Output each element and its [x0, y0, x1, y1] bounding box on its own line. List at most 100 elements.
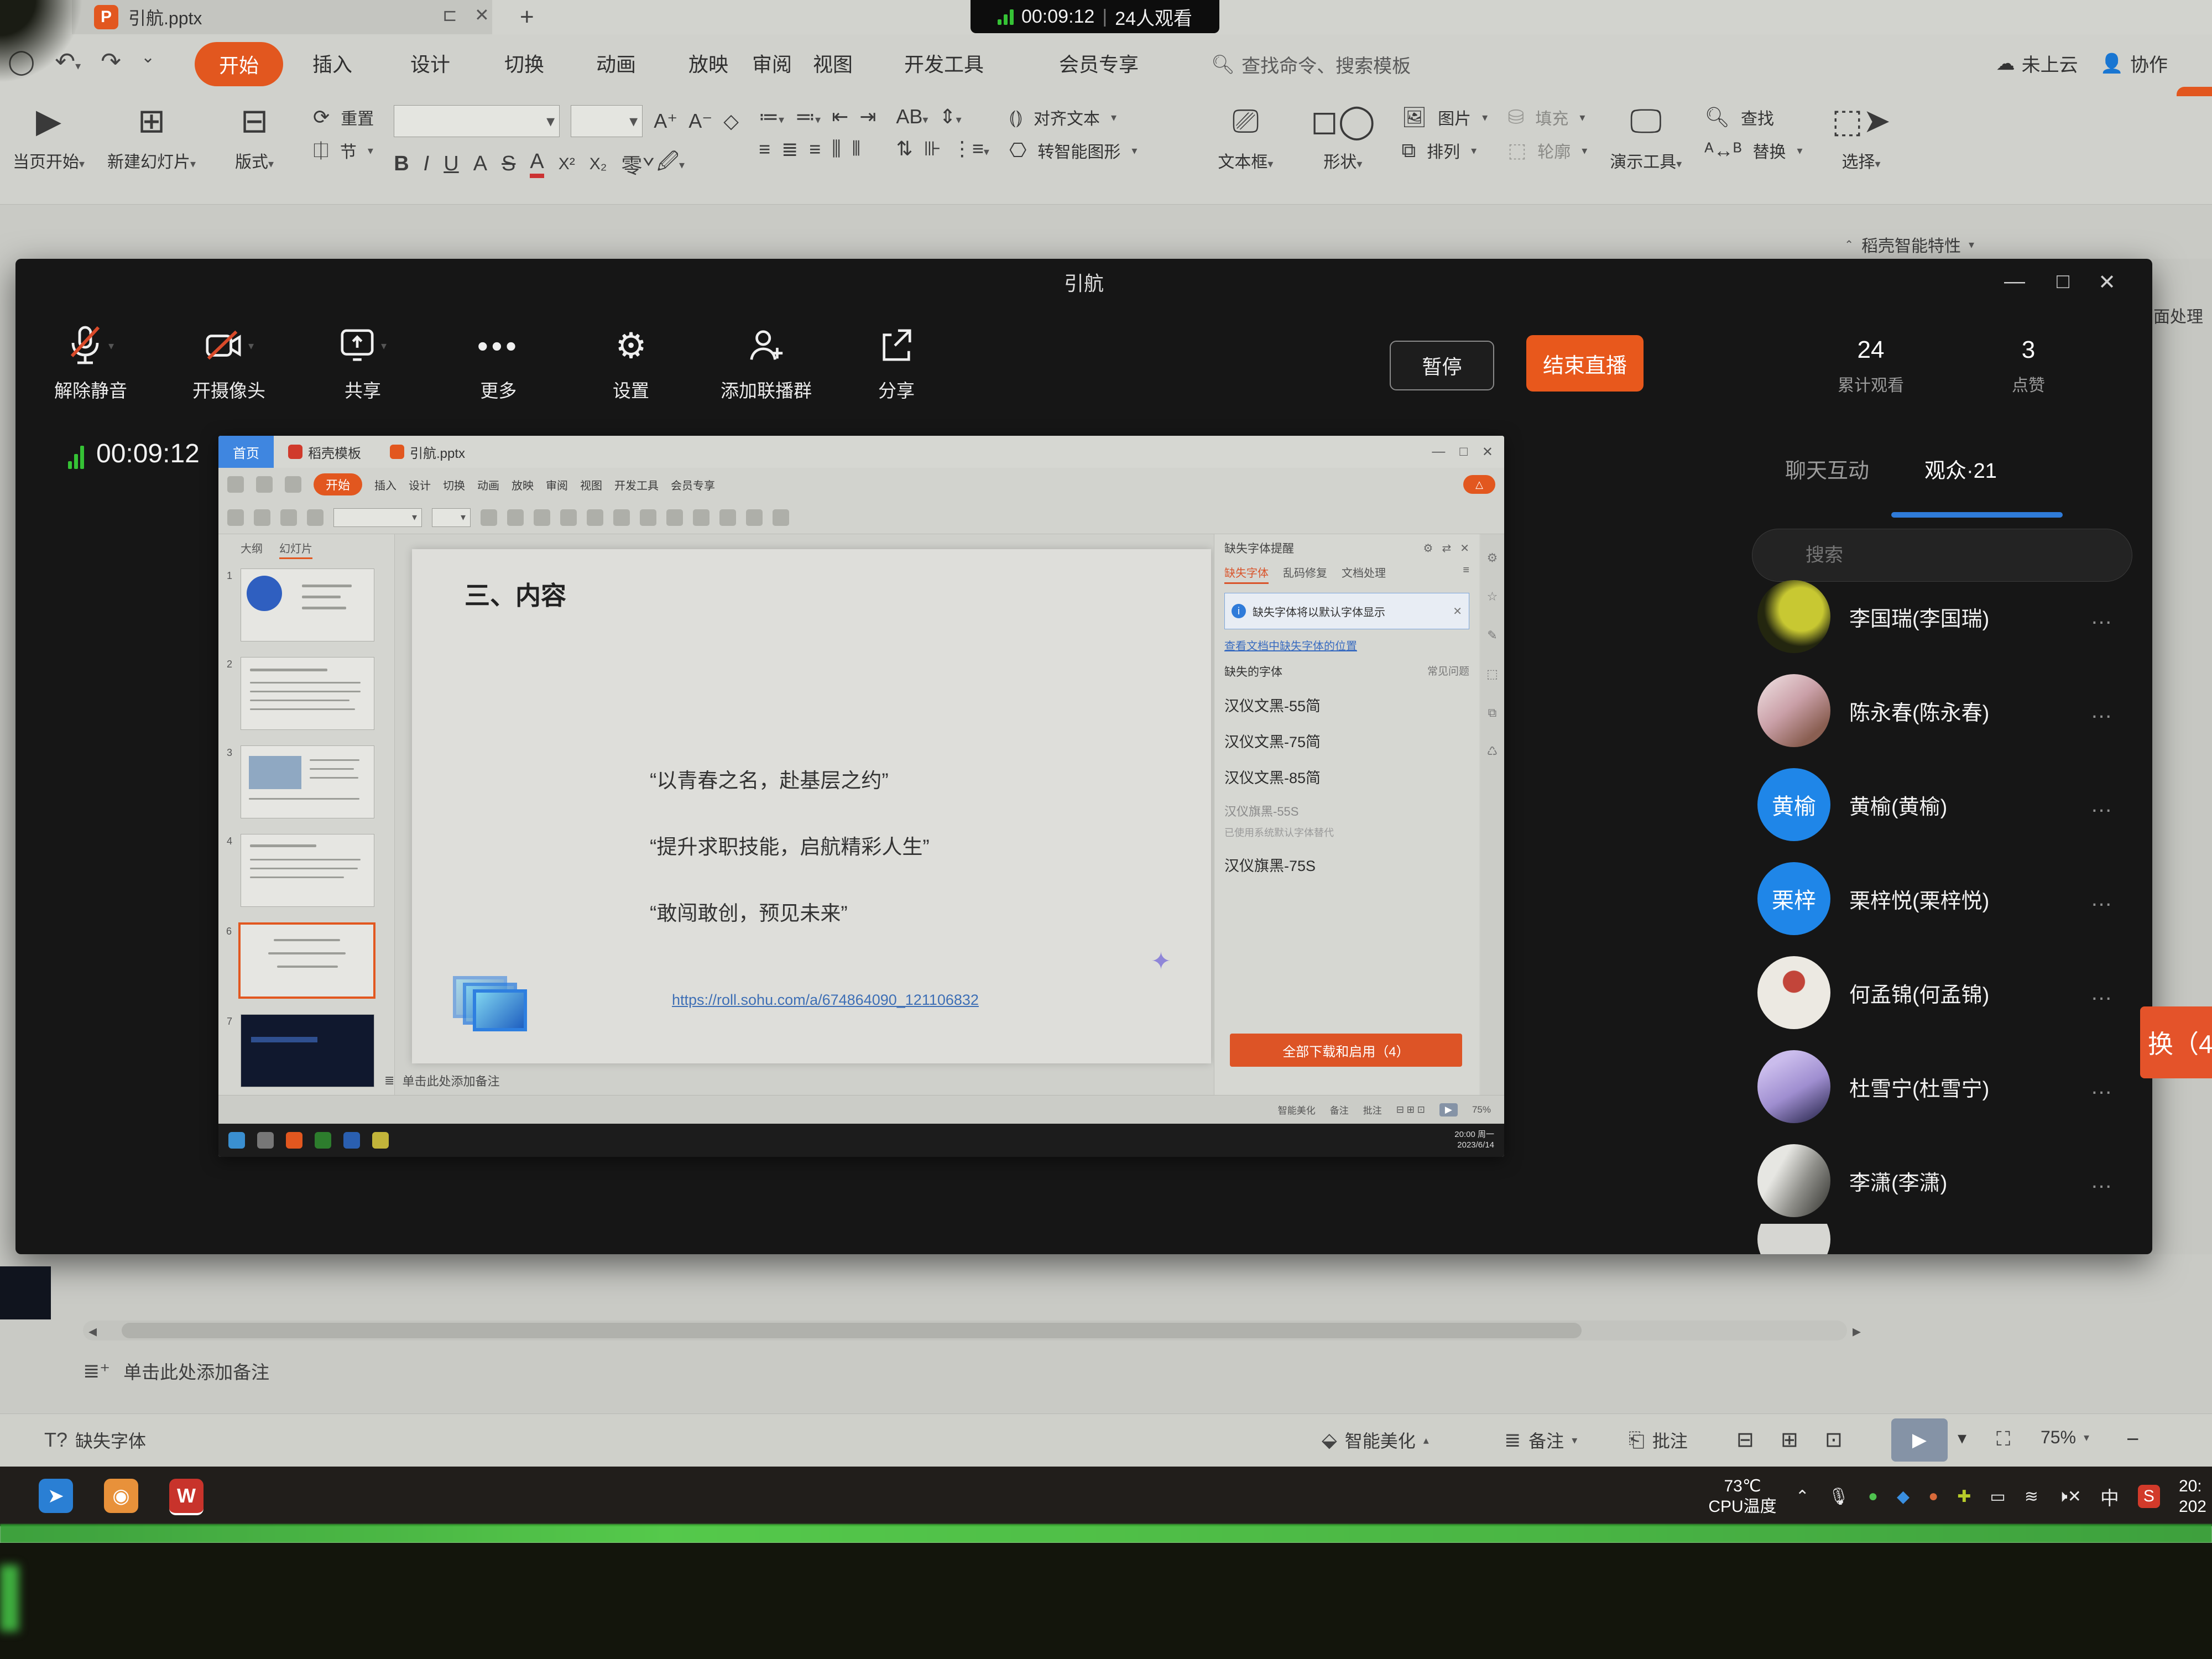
- viewer-row[interactable]: 栗梓 栗梓悦(栗梓悦) …: [1757, 852, 2145, 946]
- mini-tool-icon[interactable]: [640, 509, 656, 526]
- wechat-icon[interactable]: ●: [1868, 1487, 1878, 1506]
- bold-button[interactable]: B: [394, 152, 409, 176]
- strip-edit-icon[interactable]: ✎: [1487, 628, 1497, 643]
- camera-on-button[interactable]: ▾ 开摄像头: [192, 324, 265, 403]
- security-shield-icon[interactable]: ✚: [1957, 1487, 1971, 1506]
- zoom-out-icon[interactable]: −: [2126, 1427, 2139, 1452]
- mini-menu-tab[interactable]: 动画: [477, 477, 499, 493]
- font-size-select[interactable]: ▾: [571, 105, 643, 137]
- line-spacing-icon[interactable]: ⇕▾: [939, 105, 961, 128]
- fonts-tab-doc[interactable]: 文档处理: [1342, 564, 1386, 584]
- mini-size-select[interactable]: ▾: [432, 508, 471, 527]
- tab-chat[interactable]: 聊天互动: [1785, 453, 1869, 484]
- mini-menu-tab[interactable]: 切换: [443, 477, 465, 493]
- viewer-row-partial[interactable]: [1757, 1224, 2145, 1254]
- section-button[interactable]: ⎅节▾: [313, 138, 374, 163]
- close-tab-icon[interactable]: ✕: [474, 4, 489, 25]
- decrease-font-icon[interactable]: A⁻: [688, 109, 712, 133]
- mini-app-icon[interactable]: [372, 1132, 389, 1149]
- slide-hyperlink[interactable]: https://roll.sohu.com/a/674864090_121106…: [672, 992, 979, 1009]
- slide-thumbnail[interactable]: 1: [241, 568, 374, 641]
- viewer-row[interactable]: 何孟锦(何孟锦) …: [1757, 946, 2145, 1040]
- redo-icon[interactable]: ↷: [101, 48, 121, 76]
- viewer-row[interactable]: 陈永春(陈永春) …: [1757, 664, 2145, 758]
- viewer-row[interactable]: 杜雪宁(杜雪宁) …: [1757, 1040, 2145, 1134]
- replace-button[interactable]: ᴬ↔ᴮ替换▾: [1704, 138, 1802, 163]
- mini-notes[interactable]: 备注: [1330, 1103, 1349, 1117]
- sogou-icon[interactable]: S: [2138, 1485, 2160, 1508]
- mini-tool-icon[interactable]: [560, 509, 577, 526]
- viewer-more-icon[interactable]: …: [2090, 792, 2116, 817]
- viewer-more-icon[interactable]: …: [2090, 1168, 2116, 1193]
- minimize-icon[interactable]: —: [2004, 270, 2025, 294]
- menu-tab-view[interactable]: 视图: [813, 49, 853, 77]
- mini-tool-icon[interactable]: [773, 509, 789, 526]
- tray-app-red-icon[interactable]: ●: [1928, 1487, 1938, 1506]
- tray-expand-icon[interactable]: ⌃: [1796, 1487, 1809, 1506]
- mini-tool-icon[interactable]: [693, 509, 709, 526]
- taskbar-app-blue-icon[interactable]: ➤: [39, 1479, 73, 1513]
- viewer-more-icon[interactable]: …: [2090, 1074, 2116, 1099]
- missing-font-item[interactable]: 汉仪文黑-85简: [1224, 766, 1469, 787]
- smart-graphic-button[interactable]: ⎔转智能图形▾: [1009, 138, 1137, 163]
- mini-tool-icon[interactable]: [613, 509, 630, 526]
- scroll-right-icon[interactable]: ▸: [1853, 1322, 1861, 1341]
- highlight-icon[interactable]: 🖉▾: [656, 146, 685, 182]
- arrange-button[interactable]: ⧉排列▾: [1401, 138, 1488, 163]
- beautify-button[interactable]: ⬙ 智能美化▴: [1322, 1427, 1429, 1453]
- indent-increase-icon[interactable]: ⇥: [859, 105, 876, 128]
- download-all-fonts-button[interactable]: 全部下载和启用（4）: [1230, 1034, 1462, 1067]
- panel-close-icon[interactable]: ✕: [1460, 541, 1469, 555]
- slide-thumbnail[interactable]: 7: [241, 1014, 374, 1087]
- subscript-button[interactable]: X₂: [589, 155, 607, 174]
- char-spacing-button[interactable]: A: [473, 152, 487, 176]
- menu-tab-home[interactable]: 开始: [195, 42, 283, 86]
- mini-zoom-level[interactable]: 75%: [1472, 1104, 1491, 1115]
- mini-tool-icon[interactable]: [481, 509, 497, 526]
- strikethrough-button[interactable]: S: [502, 152, 515, 176]
- distribute-icon[interactable]: ⊪: [924, 137, 941, 160]
- mini-undo-icon[interactable]: [285, 476, 301, 493]
- mini-play-button[interactable]: ▶: [1439, 1103, 1458, 1117]
- missing-font-item[interactable]: 汉仪文黑-55简: [1224, 694, 1469, 716]
- mini-slide-canvas[interactable]: 三、内容 “以青春之名，赴基层之约” “提升求职技能，启航精彩人生” “敢闯敢创…: [412, 549, 1211, 1063]
- menu-tab-design[interactable]: 设计: [410, 49, 450, 77]
- slide-thumbnail[interactable]: 4: [241, 834, 374, 907]
- mini-menu-tab[interactable]: 视图: [580, 477, 602, 493]
- menu-tab-devtools[interactable]: 开发工具: [904, 49, 984, 77]
- horizontal-scrollbar[interactable]: [83, 1321, 1847, 1340]
- mini-tab-home[interactable]: 首页: [218, 436, 274, 468]
- faq-link[interactable]: 常见问题: [1427, 663, 1469, 680]
- close-icon[interactable]: ✕: [2098, 270, 2116, 295]
- mini-tool-icon[interactable]: [307, 509, 324, 526]
- mini-beautify[interactable]: 智能美化: [1278, 1103, 1316, 1117]
- ribbon-collapse-icon[interactable]: ⌄: [141, 48, 155, 76]
- mini-menu-tab[interactable]: 插入: [374, 477, 397, 493]
- missing-font-status[interactable]: T? 缺失字体: [44, 1427, 146, 1453]
- view-missing-font-link[interactable]: 查看文档中缺失字体的位置: [1224, 637, 1469, 653]
- mini-app-icon[interactable]: [315, 1132, 331, 1149]
- row-spacing-icon[interactable]: ⇅: [896, 137, 912, 160]
- mini-menu-tab-home[interactable]: 开始: [314, 473, 362, 495]
- fit-slide-icon[interactable]: ⛶: [1996, 1427, 2010, 1451]
- scroll-left-icon[interactable]: ◂: [88, 1322, 97, 1341]
- mini-tool-icon[interactable]: [280, 509, 297, 526]
- underline-button[interactable]: U: [444, 152, 458, 176]
- select-button[interactable]: ⬚➤ 选择▾: [1823, 102, 1900, 173]
- menu-tab-member[interactable]: 会员专享: [1059, 49, 1139, 77]
- mini-menu-tab[interactable]: 会员专享: [671, 477, 715, 493]
- find-button[interactable]: 🔍︎查找: [1704, 105, 1802, 129]
- slide-thumbnail[interactable]: 3: [241, 745, 374, 818]
- pause-stream-button[interactable]: 暂停: [1390, 341, 1494, 390]
- notes-placeholder-row[interactable]: ≣⁺ 单击此处添加备注: [83, 1358, 269, 1384]
- viewer-row[interactable]: 李潇(李潇) …: [1757, 1134, 2145, 1228]
- viewer-more-icon[interactable]: …: [2090, 886, 2116, 911]
- mini-tab-docer[interactable]: 稻壳模板: [274, 436, 375, 468]
- numbered-list-icon[interactable]: ≕▾: [795, 105, 821, 128]
- taskbar-wps-icon[interactable]: W: [169, 1479, 204, 1515]
- mini-search-icon[interactable]: [257, 1132, 274, 1149]
- notes-button[interactable]: ≣ 备注▾: [1504, 1427, 1577, 1453]
- taskbar-app-orange-icon[interactable]: ◉: [104, 1479, 138, 1513]
- mini-tab-document[interactable]: 引航.pptx: [375, 436, 479, 468]
- mini-view-icons[interactable]: ⊟ ⊞ ⊡: [1396, 1104, 1425, 1115]
